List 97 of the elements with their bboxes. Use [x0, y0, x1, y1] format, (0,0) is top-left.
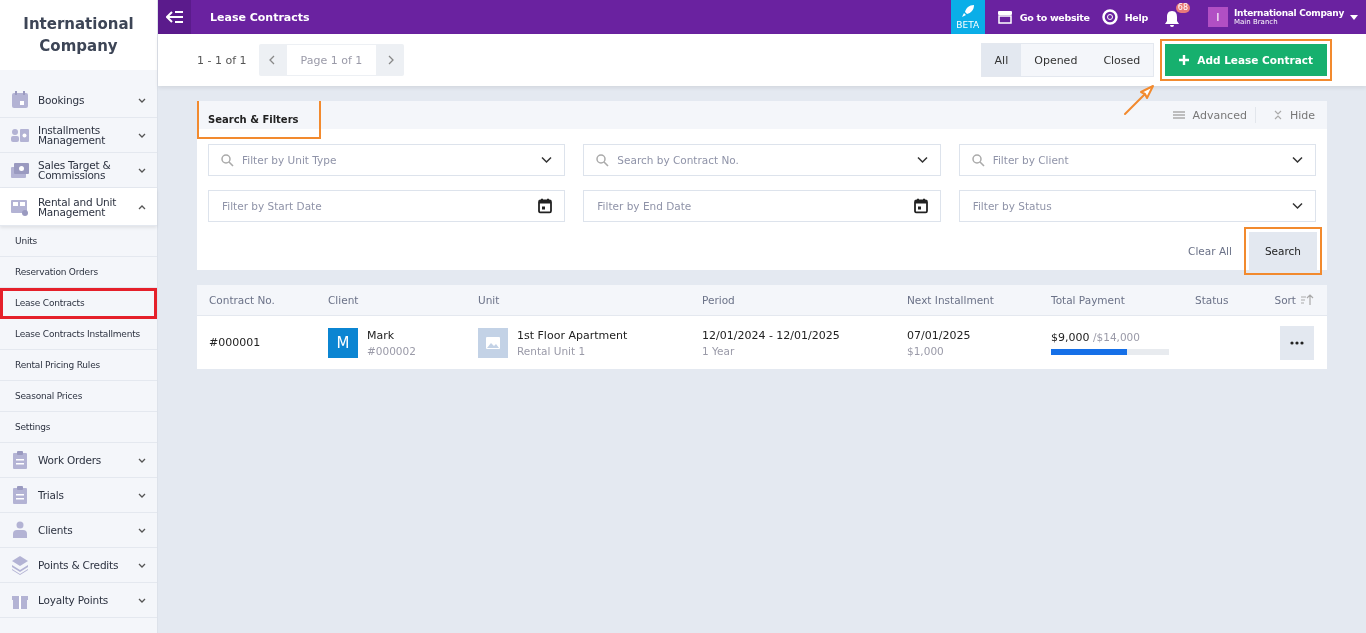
search-icon [596, 154, 610, 167]
submenu-item[interactable]: Units [0, 226, 157, 257]
contract-number: #000001 [208, 336, 262, 349]
submenu-item[interactable]: Reservation Orders [0, 257, 157, 288]
paid-amount: $9,000 [1051, 330, 1090, 344]
page-title: Lease Contracts [210, 10, 310, 24]
arrow-menu-icon [165, 10, 184, 24]
sidebar-item[interactable]: Clients [0, 513, 157, 548]
search-button[interactable]: Search [1248, 232, 1317, 270]
dropdown-field[interactable]: Search by Contract No. [583, 144, 941, 176]
image-placeholder-icon [478, 327, 508, 358]
column-header: Period [701, 294, 736, 306]
sidebar-item-label: Sales Target & Commissions [38, 160, 112, 180]
sidebar-item-label: Installments Management [38, 125, 107, 145]
column-header: Status [1194, 294, 1230, 306]
dropdown-field[interactable]: Filter by Status [958, 190, 1316, 222]
clipboard-icon [10, 485, 30, 505]
hide-button[interactable]: Hide [1273, 108, 1315, 122]
account-name: International Company [1234, 8, 1344, 18]
submenu-item[interactable]: Lease Contracts Installments [0, 319, 157, 350]
sidebar-item[interactable]: Bookings [0, 83, 157, 118]
sidebar-item[interactable]: Rental and Unit Management [0, 188, 157, 226]
sidebar-item[interactable]: Trials [0, 478, 157, 513]
sidebar-item-label: Trials [38, 490, 65, 500]
status-tab[interactable]: All [981, 44, 1022, 76]
column-header: Client [327, 294, 360, 306]
sidebar-item[interactable]: Points & Credits [0, 548, 157, 583]
column-header: Next Installment [906, 294, 995, 306]
caret-icon [1350, 14, 1358, 20]
clipboard-icon [10, 450, 30, 470]
dropdown-field[interactable]: Filter by Unit Type [208, 144, 566, 176]
go-to-website-link[interactable]: Go to website [996, 10, 1090, 24]
sidebar-item-label: Work Orders [38, 455, 103, 465]
sidebar-item[interactable]: Installments Management [0, 118, 157, 153]
calendar-icon [538, 198, 553, 214]
column-header: Unit [477, 294, 501, 306]
contract-period: 12/01/2024 - 12/01/2025 [702, 328, 840, 342]
column-header: Contract No. [208, 294, 276, 306]
search-icon [221, 154, 234, 167]
sidebar-item-label: Rental and Unit Management [38, 196, 118, 217]
chevron-down-icon [916, 156, 928, 164]
collapse-sidebar-button[interactable] [158, 0, 191, 34]
result-range: 1 - 1 of 1 [197, 53, 247, 67]
next-installment-amount: $1,000 [907, 344, 944, 357]
chevron-down-icon [541, 156, 553, 164]
column-header: Sort [1247, 294, 1327, 306]
sort-icon [1300, 294, 1314, 306]
submenu-item[interactable]: Rental Pricing Rules [0, 350, 157, 381]
chevron-left-icon [269, 55, 277, 65]
person-icon [10, 520, 30, 540]
more-icon [1290, 340, 1304, 345]
calendar-icon [10, 90, 30, 110]
plus-icon [1179, 55, 1190, 65]
sliders-icon [1172, 110, 1185, 120]
clear-all-button[interactable]: Clear All [1188, 245, 1232, 257]
client-code: #000002 [367, 344, 416, 357]
column-header: Total Payment [1050, 294, 1126, 306]
next-installment-date: 07/01/2025 [907, 328, 971, 342]
user-avatar: I [1208, 7, 1228, 27]
dropdown-field[interactable]: Filter by Client [958, 144, 1316, 176]
client-name: Mark [367, 328, 395, 342]
search-filters-tab[interactable]: Search & Filters [197, 101, 321, 139]
chevron-down-icon [1292, 202, 1303, 210]
total-amount: /$14,000 [1093, 330, 1140, 343]
collapse-icon [1273, 110, 1282, 120]
lifebuoy-icon [1101, 9, 1118, 25]
notification-count-badge: 68 [1175, 2, 1190, 13]
sidebar-item[interactable]: Work Orders [0, 443, 157, 478]
storefront-icon [996, 10, 1013, 24]
chevron-right-icon [386, 55, 394, 65]
status-tab[interactable]: Closed [1090, 44, 1154, 76]
search-icon [971, 154, 985, 167]
submenu-item[interactable]: Seasonal Prices [0, 381, 157, 412]
date-field[interactable]: Filter by Start Date [208, 190, 566, 222]
sidebar-item-label: Clients [38, 525, 74, 535]
unit-name: 1st Floor Apartment [517, 328, 628, 342]
contract-duration: 1 Year [702, 344, 735, 357]
layers-icon [10, 555, 30, 575]
submenu-item[interactable]: Lease Contracts [0, 288, 157, 319]
calendar-icon [913, 198, 928, 214]
submenu-item[interactable]: Settings [0, 412, 157, 443]
client-avatar: M [328, 327, 358, 358]
page-indicator: Page 1 of 1 [286, 45, 377, 75]
status-tab[interactable]: Opened [1021, 44, 1091, 76]
sidebar-item-label: Loyalty Points [38, 595, 110, 605]
bell-icon [1164, 9, 1180, 28]
money-icon [10, 160, 30, 180]
chevron-down-icon [1292, 156, 1303, 164]
unit-label: Rental Unit 1 [517, 344, 586, 357]
sidebar-item-label: Points & Credits [38, 560, 120, 570]
more-actions-button[interactable] [1280, 325, 1314, 360]
help-link[interactable]: Help [1101, 9, 1148, 25]
sidebar-item[interactable]: Loyalty Points [0, 583, 157, 618]
advanced-button[interactable]: Advanced [1172, 108, 1247, 122]
date-field[interactable]: Filter by End Date [583, 190, 941, 222]
sidebar-item-label: Bookings [38, 95, 86, 105]
company-name: International Company [22, 14, 135, 57]
